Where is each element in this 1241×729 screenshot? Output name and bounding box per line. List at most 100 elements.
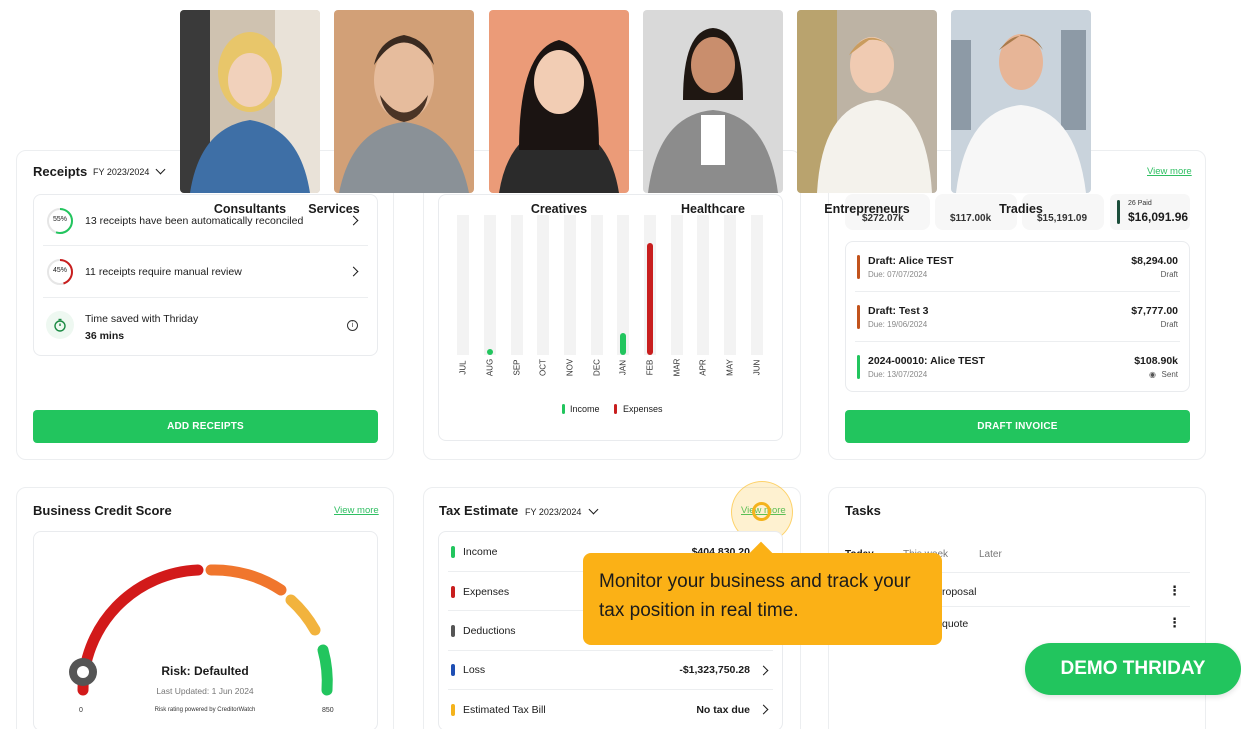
credit-risk-label: Risk: Defaulted — [161, 664, 249, 678]
tax-row-marker — [451, 625, 455, 637]
credit-powered-label: Risk rating powered by CreditorWatch — [154, 707, 256, 713]
stopwatch-icon — [46, 311, 74, 339]
tax-row-marker — [451, 586, 455, 598]
persona-photo-entrepreneurs[interactable] — [797, 10, 937, 193]
chart-bar-track — [590, 215, 603, 355]
paid-chip-bar — [1117, 200, 1120, 224]
persona-photo-healthcare[interactable] — [643, 10, 783, 193]
chart-bar-track — [484, 215, 496, 355]
invoice-status: Draft — [1160, 270, 1178, 279]
invoice-status: Draft — [1160, 320, 1178, 329]
tax-fy-selector[interactable]: FY 2023/2024 — [525, 507, 581, 517]
month-tick-label: NOV — [565, 358, 575, 377]
invoice-amount: $7,777.00 — [1131, 305, 1178, 317]
month-tick-label: JUL — [458, 360, 468, 375]
tax-row-marker — [451, 704, 455, 716]
month-tick-label: AUG — [485, 358, 495, 377]
invoice-due: Due: 07/07/2024 — [868, 270, 928, 279]
month-tick-label: DEC — [592, 359, 602, 376]
tax-row-marker — [451, 546, 455, 558]
more-vertical-icon[interactable]: ⋮ — [1168, 615, 1181, 631]
demo-thriday-button[interactable]: DEMO THRIDAY — [1025, 643, 1241, 695]
tax-row-label: Loss — [463, 664, 486, 676]
tax-row-marker — [451, 664, 455, 676]
month-tick-label: SEP — [512, 359, 522, 376]
draft-invoice-button[interactable]: DRAFT INVOICE — [845, 410, 1190, 443]
add-receipts-button[interactable]: ADD RECEIPTS — [33, 410, 378, 443]
credit-view-more-link[interactable]: View more — [334, 505, 379, 516]
tax-row-amount: No tax due — [696, 704, 750, 716]
tax-row-amount: -$1,323,750.28 — [679, 664, 750, 676]
legend-expenses-swatch — [614, 404, 617, 414]
credit-updated-label: Last Updated: 1 Jun 2024 — [156, 686, 254, 696]
more-vertical-icon[interactable]: ⋮ — [1168, 583, 1181, 599]
invoice-title[interactable]: Draft: Alice TEST — [868, 255, 953, 267]
persona-label-healthcare: Healthcare — [681, 202, 745, 216]
receipts-review-text: 11 receipts require manual review — [85, 266, 242, 278]
paid-label: 26 Paid — [1128, 200, 1152, 207]
month-tick-label: APR — [698, 359, 708, 376]
month-axis: JUL AUG SEP OCT NOV DEC JAN FEB MAR APR MAY JUN — [450, 355, 770, 385]
month-tick-label: FEB — [645, 359, 655, 376]
invoice-title[interactable]: Draft: Test 3 — [868, 305, 928, 317]
divider — [855, 291, 1180, 292]
time-saved-value: 36 mins — [85, 330, 125, 342]
invoice-status-bar — [857, 305, 860, 329]
receipts-title: Receipts — [33, 164, 88, 179]
chart-bar-track — [537, 215, 550, 355]
onboarding-tooltip: Monitor your business and track your tax… — [583, 553, 942, 645]
invoice-status: Sent — [1161, 370, 1178, 379]
chart-bar-track — [750, 215, 763, 355]
tasks-title: Tasks — [845, 503, 881, 518]
tax-row-label: Income — [463, 546, 498, 558]
persona-label-entrepreneurs: Entrepreneurs — [824, 202, 910, 216]
invoice-due: Due: 19/06/2024 — [868, 320, 928, 329]
divider — [43, 245, 368, 246]
tax-row-label: Expenses — [463, 586, 510, 598]
month-tick-label: JUN — [752, 359, 762, 376]
divider — [448, 689, 773, 690]
persona-photo-creatives[interactable] — [489, 10, 629, 193]
receipts-fy-selector[interactable]: FY 2023/2024 — [93, 167, 149, 177]
invoice-amount: $108.90k — [1134, 355, 1178, 367]
divider — [855, 341, 1180, 342]
tab-later[interactable]: Later — [979, 549, 1002, 560]
persona-photo-tradies[interactable] — [951, 10, 1091, 193]
info-icon[interactable]: i — [347, 320, 358, 331]
tax-row-label: Deductions — [463, 625, 516, 637]
credit-max-label: 850 — [322, 707, 334, 714]
persona-photo-services[interactable] — [334, 10, 474, 193]
chart-bar-income — [620, 332, 627, 355]
chart-bar-track — [670, 215, 683, 355]
invoices-view-more-link[interactable]: View more — [1147, 166, 1192, 177]
chart-bar-track — [697, 215, 710, 355]
invoice-title[interactable]: 2024-00010: Alice TEST — [868, 355, 985, 367]
chart-bar-track — [724, 215, 736, 355]
task-item-text[interactable]: roposal — [942, 586, 976, 598]
legend-income-swatch — [562, 404, 565, 414]
tax-row-label: Estimated Tax Bill — [463, 704, 546, 716]
month-tick-label: MAR — [672, 358, 682, 377]
receipts-reconciled-text: 13 receipts have been automatically reco… — [85, 215, 304, 227]
persona-photo-consultants[interactable] — [180, 10, 320, 193]
month-tick-label: OCT — [538, 359, 548, 376]
persona-label-tradies: Tradies — [999, 202, 1043, 216]
paid-amount: $16,091.96 — [1128, 210, 1189, 224]
persona-label-creatives: Creatives — [530, 202, 588, 216]
month-tick-label: MAY — [725, 359, 735, 376]
chart-bar-track — [510, 215, 523, 355]
task-item-text[interactable]: quote — [942, 618, 968, 630]
chart-bar-track — [457, 215, 470, 355]
chart-bar-expenses — [647, 243, 653, 355]
persona-label-services: Services — [308, 202, 360, 216]
chart-bar-track — [564, 215, 576, 355]
month-tick-label: JAN — [618, 359, 628, 376]
invoice-amount: $8,294.00 — [1131, 255, 1178, 267]
highlight-dot — [752, 502, 771, 521]
time-saved-label: Time saved with Thriday — [85, 313, 199, 325]
receipts-review-badge: 45% — [52, 267, 67, 274]
credit-score-title: Business Credit Score — [33, 503, 172, 518]
legend-expenses-label: Expenses — [623, 404, 663, 414]
income-expenses-chart — [450, 215, 770, 355]
invoice-status-bar — [857, 355, 860, 379]
